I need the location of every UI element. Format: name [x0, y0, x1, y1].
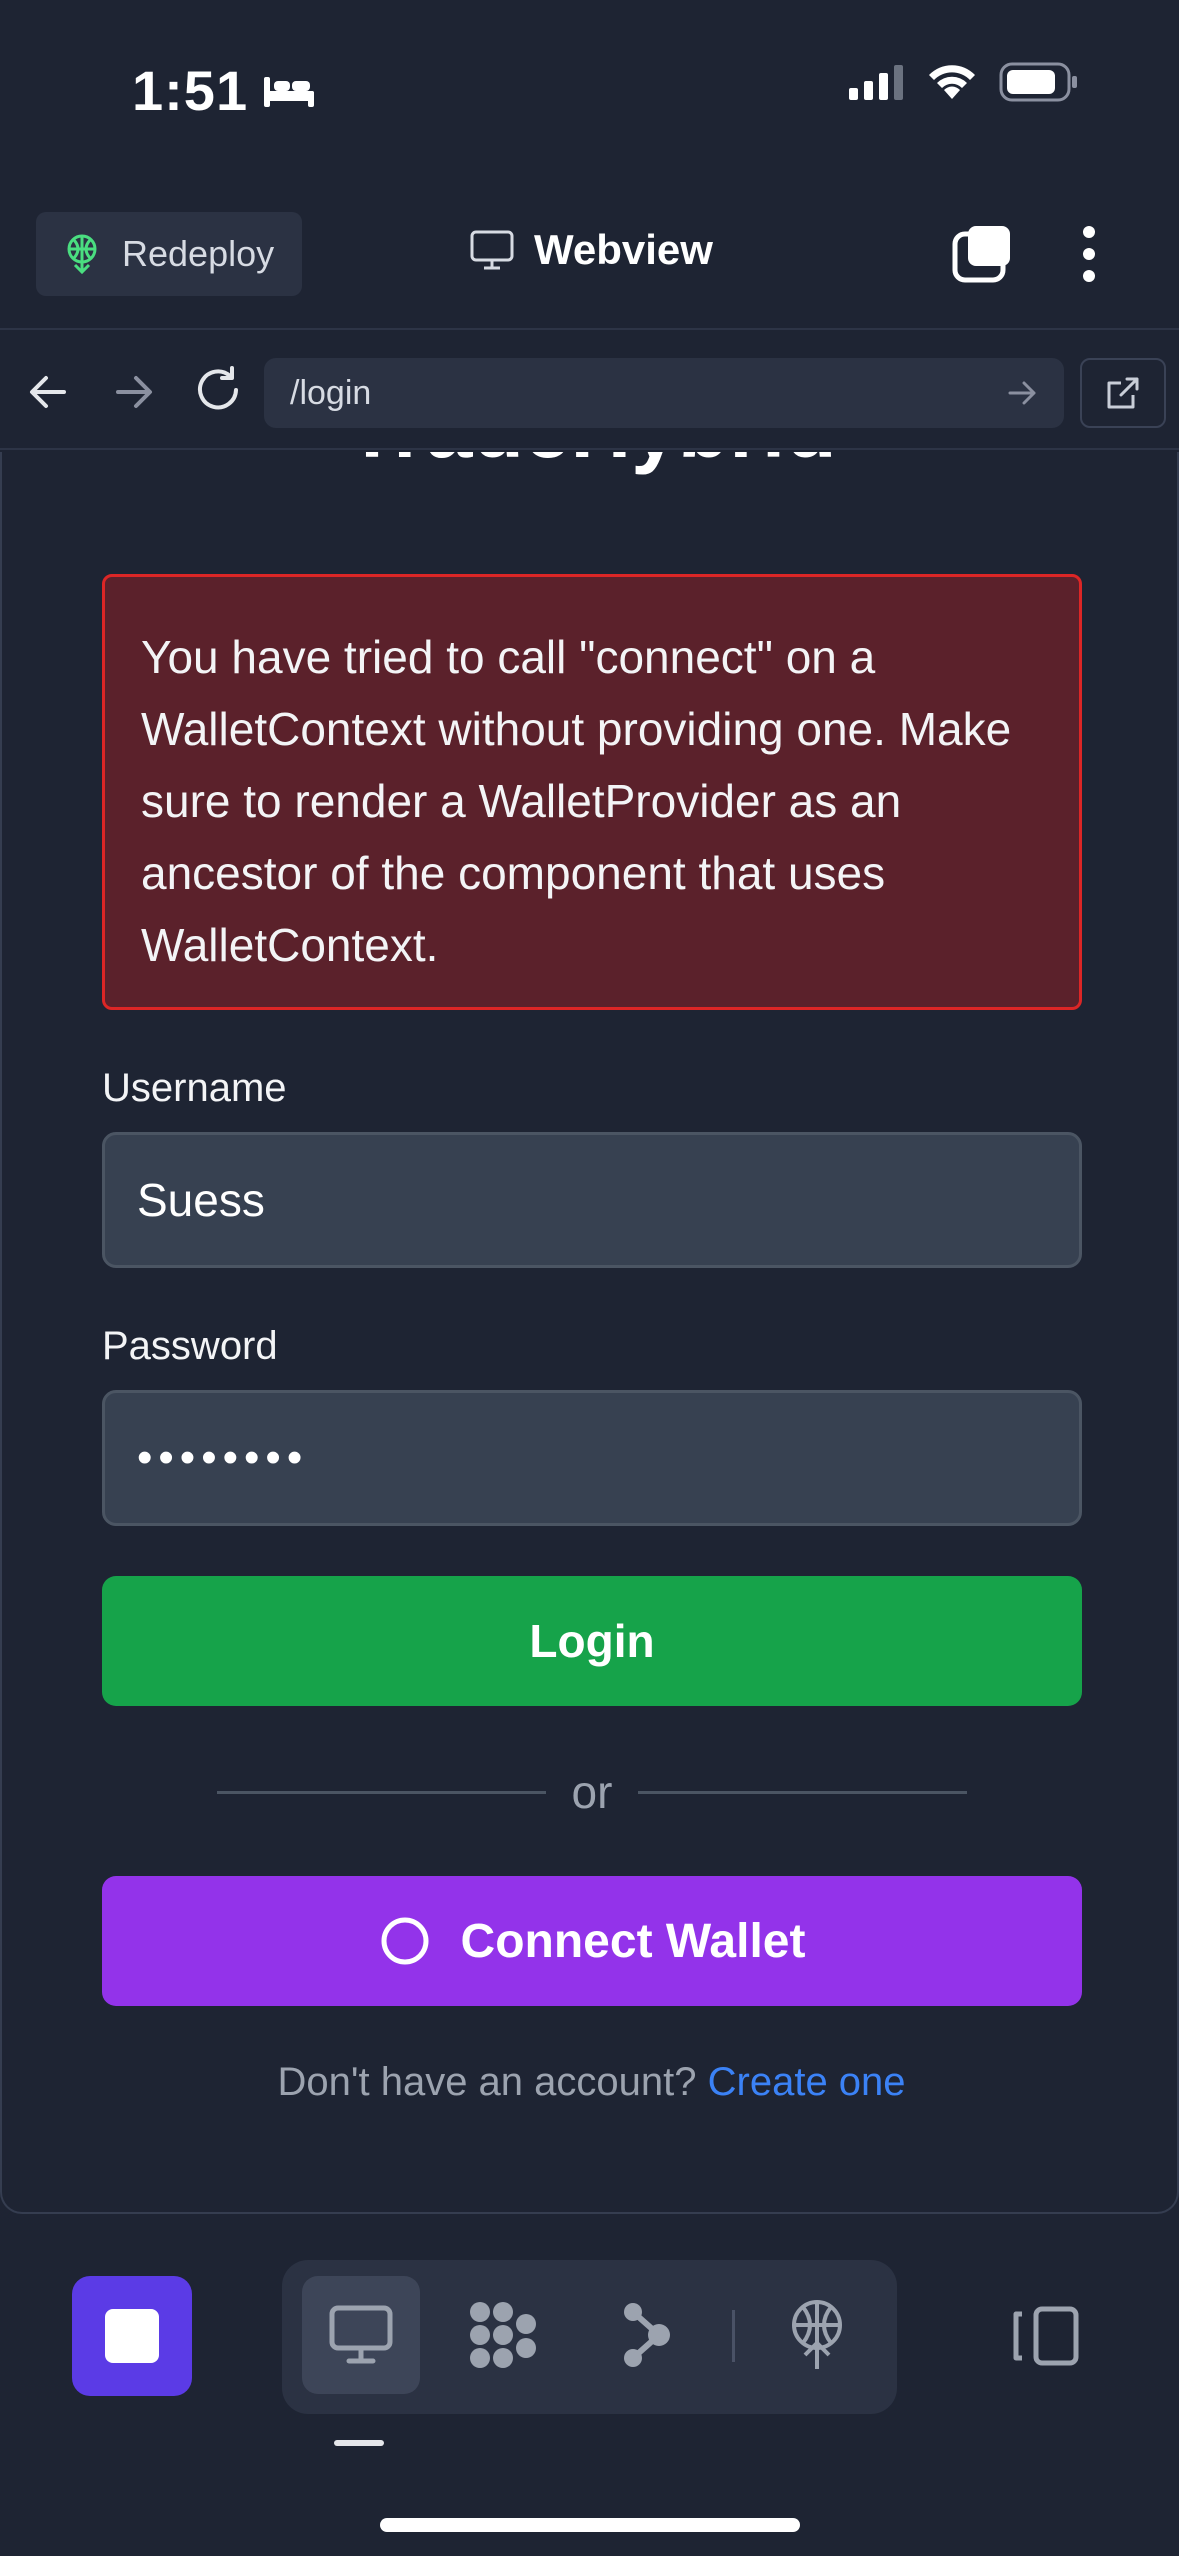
password-input[interactable]: ••••••••: [102, 1390, 1082, 1526]
active-tool-indicator: [334, 2440, 384, 2446]
tabs-icon[interactable]: [952, 224, 1014, 284]
login-button-label: Login: [529, 1615, 655, 1667]
webview-content: TradeHybrid You have tried to call "conn…: [0, 452, 1179, 2214]
username-value: Suess: [137, 1174, 265, 1226]
redeploy-icon: [67, 234, 97, 274]
external-link-icon: [1107, 377, 1139, 409]
password-label: Password: [102, 1324, 278, 1368]
login-button[interactable]: Login: [102, 1576, 1082, 1706]
or-divider: or: [217, 1762, 967, 1822]
status-time: 1:51: [132, 58, 316, 123]
tool-packages[interactable]: [444, 2276, 562, 2394]
connect-wallet-button[interactable]: Connect Wallet: [102, 1876, 1082, 2006]
reload-icon[interactable]: [192, 364, 244, 416]
deploy-icon: [792, 2300, 842, 2369]
brand-title: TradeHybrid: [2, 452, 1177, 477]
packages-icon: [470, 2302, 536, 2368]
status-icons: [849, 62, 1079, 102]
stop-icon: [105, 2309, 159, 2363]
tool-group: [282, 2260, 897, 2414]
bottom-toolbar: [0, 2240, 1179, 2556]
back-arrow-icon[interactable]: [24, 368, 72, 416]
create-account-link[interactable]: Create one: [708, 2060, 906, 2104]
username-label: Username: [102, 1066, 287, 1110]
forward-arrow-icon[interactable]: [110, 368, 158, 416]
url-row: /login: [0, 332, 1179, 450]
tool-deploy[interactable]: [758, 2276, 876, 2394]
redeploy-button[interactable]: Redeploy: [36, 212, 302, 296]
monitor-icon: [470, 230, 514, 270]
open-external-button[interactable]: [1080, 358, 1166, 428]
webview-title: Webview: [470, 226, 713, 274]
battery-icon: [999, 62, 1077, 102]
more-options-icon[interactable]: [1080, 224, 1098, 284]
error-alert: You have tried to call "connect" on a Wa…: [102, 574, 1082, 1010]
tool-graph[interactable]: [588, 2276, 706, 2394]
webview-icon: [329, 2305, 393, 2364]
bed-icon: [264, 76, 315, 107]
webview-title-text: Webview: [534, 226, 713, 273]
graph-icon: [624, 2303, 670, 2367]
username-input[interactable]: Suess: [102, 1132, 1082, 1268]
error-message: You have tried to call "connect" on a Wa…: [141, 631, 1012, 971]
connect-wallet-label: Connect Wallet: [460, 1914, 806, 1968]
url-input[interactable]: /login: [264, 358, 1064, 428]
signal-icon: [849, 65, 903, 100]
signup-prompt-text: Don't have an account?: [277, 2060, 697, 2104]
tool-divider: [732, 2310, 735, 2362]
app-bar: Redeploy Webview: [0, 200, 1179, 330]
go-arrow-icon[interactable]: [1006, 376, 1040, 410]
stop-button[interactable]: [72, 2276, 192, 2396]
clock-text: 1:51: [132, 59, 249, 122]
wifi-icon: [929, 65, 975, 99]
redeploy-label: Redeploy: [122, 233, 275, 274]
url-text: /login: [290, 373, 372, 412]
or-text: or: [571, 1766, 613, 1818]
tool-webview[interactable]: [302, 2276, 420, 2394]
divider-line-left: [217, 1790, 546, 1794]
panel-toggle-icon[interactable]: [1010, 2306, 1080, 2366]
wallet-circle-icon: [381, 1917, 429, 1965]
signup-prompt: Don't have an account? Create one: [2, 2060, 1177, 2105]
password-value: ••••••••: [137, 1433, 309, 1482]
status-bar: 1:51: [0, 0, 1179, 175]
divider-line-right: [638, 1790, 967, 1794]
home-indicator: [380, 2518, 800, 2532]
